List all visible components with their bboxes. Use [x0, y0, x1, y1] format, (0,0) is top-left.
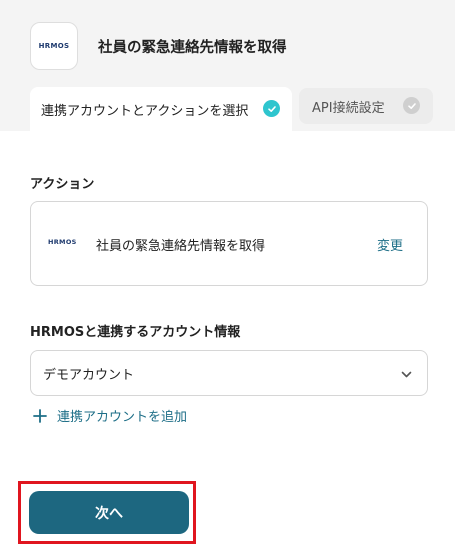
account-select-value: デモアカウント: [43, 367, 135, 383]
tab-account-action[interactable]: 連携アカウントとアクションを選択: [30, 87, 292, 131]
account-section-label: HRMOSと連携するアカウント情報: [30, 325, 241, 340]
hrmos-logo-icon: HRMOS: [38, 42, 70, 50]
add-account-link[interactable]: 連携アカウントを追加: [33, 406, 187, 425]
tab-label: 連携アカウントとアクションを選択: [41, 103, 249, 119]
check-icon: [263, 100, 280, 117]
action-name: 社員の緊急連絡先情報を取得: [96, 239, 266, 254]
tab-label: API接続設定: [312, 100, 385, 116]
action-section-label: アクション: [30, 177, 95, 192]
action-card: HRMOS 社員の緊急連絡先情報を取得 変更: [30, 201, 428, 286]
add-account-label: 連携アカウントを追加: [57, 410, 188, 425]
tab-api-settings[interactable]: API接続設定: [299, 88, 433, 124]
chevron-down-icon: [401, 371, 412, 378]
app-logo: HRMOS: [30, 22, 78, 70]
page-title: 社員の緊急連絡先情報を取得: [98, 40, 287, 56]
hrmos-logo-icon: HRMOS: [48, 238, 77, 246]
next-button[interactable]: 次へ: [29, 491, 189, 534]
account-select[interactable]: デモアカウント: [30, 350, 428, 396]
plus-icon: [33, 408, 47, 423]
check-icon: [403, 97, 420, 114]
change-action-link[interactable]: 変更: [377, 235, 403, 254]
